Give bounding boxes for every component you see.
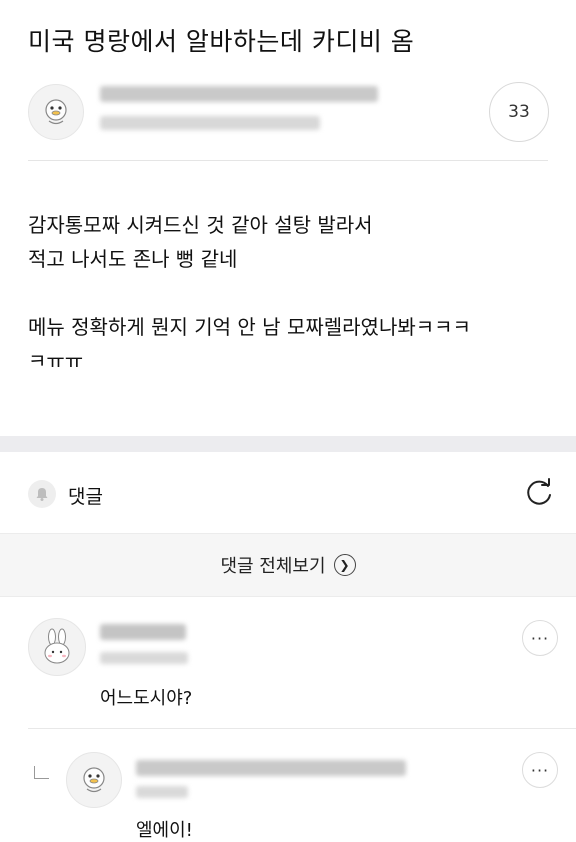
duck-avatar-icon	[83, 767, 105, 793]
post-body-line: 적고 나서도 존나 뻥 같네	[28, 247, 238, 271]
comment-more-button[interactable]: ···	[522, 752, 558, 788]
post-body-line	[28, 276, 558, 310]
commenter-name-blurred	[100, 624, 186, 640]
commenter-avatar[interactable]	[66, 752, 122, 808]
view-all-comments-button[interactable]: 댓글 전체보기 ❯	[0, 533, 576, 597]
comments-header: 댓글	[28, 472, 556, 518]
author-name-blurred	[100, 86, 378, 102]
comment-meta-blurred	[100, 652, 188, 664]
comment-text: 어느도시야?	[100, 688, 193, 709]
comment-reply-item: ··· 엘에이!	[0, 740, 576, 841]
view-all-label: 댓글 전체보기	[220, 556, 326, 577]
rabbit-avatar-icon	[44, 628, 70, 664]
comment-count-badge[interactable]: 33	[489, 82, 549, 142]
post-body-line: 감자통모짜 시켜드신 것 같아 설탕 발라서	[28, 213, 373, 237]
post-body: 감자통모짜 시켜드신 것 같아 설탕 발라서 적고 나서도 존나 뻥 같네 메뉴…	[28, 208, 558, 378]
post-title: 미국 명랑에서 알바하는데 카디비 옴	[28, 27, 415, 56]
section-gap	[0, 436, 576, 452]
comment-item: ··· 어느도시야?	[0, 596, 576, 728]
comments-label: 댓글	[68, 486, 103, 508]
post-body-line: 메뉴 정확하게 뭔지 기억 안 남 모짜렐라였나봐ㅋㅋㅋ	[28, 315, 471, 339]
commenter-avatar[interactable]	[28, 618, 86, 676]
chevron-right-icon: ❯	[333, 554, 356, 576]
author-avatar[interactable]	[28, 84, 84, 140]
reply-indicator	[34, 766, 49, 779]
post-meta-blurred	[100, 116, 320, 130]
commenter-name-blurred	[136, 760, 406, 776]
comment-divider	[28, 728, 576, 729]
comment-text: 엘에이!	[136, 820, 193, 841]
duck-avatar-icon	[45, 99, 67, 125]
comment-meta-blurred	[136, 786, 188, 798]
post-body-line: ㅋㅠㅠ	[28, 349, 84, 373]
bell-icon[interactable]	[28, 480, 56, 508]
author-row: 33	[28, 80, 549, 142]
header-divider	[28, 160, 548, 161]
comment-more-button[interactable]: ···	[522, 620, 558, 656]
refresh-icon[interactable]	[522, 476, 556, 510]
